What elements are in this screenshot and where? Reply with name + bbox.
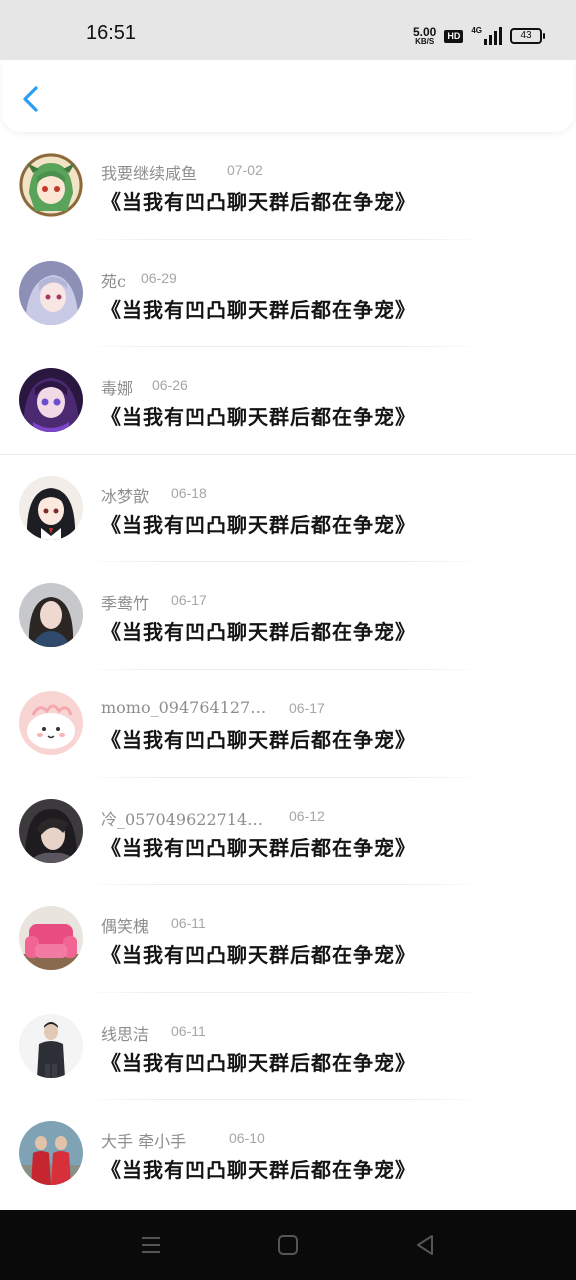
chevron-left-icon [23,86,38,112]
avatar-image [19,1121,83,1186]
avatar-image [19,153,83,217]
nav-back-button[interactable] [410,1230,440,1260]
status-bar: 16:51 5.00 KB/S HD 4G 43 [0,0,576,60]
list-item[interactable]: 大手 牵小手 06-10 《当我有凹凸聊天群后都在争宠》 [0,1100,576,1208]
signal-icon: 4G [471,27,502,45]
avatar[interactable] [19,906,83,971]
item-date: 06-10 [229,1130,265,1147]
item-message: 《当我有凹凸聊天群后都在争宠》 [101,1050,416,1075]
avatar[interactable] [19,690,83,755]
item-date: 06-17 [289,699,325,716]
menu-button[interactable] [136,1230,166,1260]
item-message: 《当我有凹凸聊天群后都在争宠》 [101,190,416,214]
user-name: momo_09476412713… [101,697,271,717]
battery-level: 43 [520,30,532,41]
status-icons: 5.00 KB/S HD 4G 43 [413,24,545,48]
item-date: 06-26 [152,377,188,394]
message-list: 我要继续咸鱼 07-02 《当我有凹凸聊天群后都在争宠》 苑c 06-29 《当我有凹凸… [0,132,576,1208]
signal-label: 4G [471,26,482,35]
list-item[interactable]: momo_09476412713… 06-17 《当我有凹凸聊天群后都在争宠》 [0,670,576,778]
list-item[interactable]: 季鸯竹 06-17 《当我有凹凸聊天群后都在争宠》 [0,562,576,670]
item-message: 《当我有凹凸聊天群后都在争宠》 [101,405,416,430]
network-speed: 5.00 KB/S [413,26,436,46]
item-date: 06-12 [289,807,325,824]
user-name: 大手 牵小手 [101,1132,187,1152]
back-button[interactable] [16,82,46,116]
avatar-image [19,690,83,755]
item-date: 06-11 [171,915,206,932]
avatar[interactable] [19,153,83,217]
item-message: 《当我有凹凸聊天群后都在争宠》 [101,943,416,968]
item-message: 《当我有凹凸聊天群后都在争宠》 [101,620,416,645]
avatar[interactable] [19,798,83,863]
item-date: 06-18 [171,484,207,501]
list-item[interactable]: 我要继续咸鱼 07-02 《当我有凹凸聊天群后都在争宠》 [0,132,576,240]
avatar[interactable] [19,475,83,540]
user-name: 我要继续咸鱼 [101,164,198,183]
avatar[interactable] [19,260,83,325]
user-name: 季鸯竹 [101,594,150,614]
item-date: 06-11 [171,1022,206,1039]
network-speed-unit: KB/S [415,37,435,46]
avatar[interactable] [19,1013,83,1078]
home-button[interactable] [273,1230,303,1260]
list-item[interactable]: 冷_0570496227144… 06-12 《当我有凹凸聊天群后都在争宠》 [0,778,576,886]
list-item[interactable]: 苑c 06-29 《当我有凹凸聊天群后都在争宠》 [0,240,576,348]
avatar-image [19,798,83,863]
item-date: 06-29 [141,269,177,286]
list-item[interactable]: 偶笑槐 06-11 《当我有凹凸聊天群后都在争宠》 [0,885,576,993]
item-date: 07-02 [227,162,263,178]
avatar-image [19,1013,83,1078]
avatar-image [19,583,83,648]
item-message: 《当我有凹凸聊天群后都在争宠》 [101,297,416,322]
avatar-image [19,260,83,325]
back-triangle-icon [417,1235,433,1255]
user-name: 苑c [101,271,126,291]
user-name: 偶笑槐 [101,917,150,937]
screen: 16:51 5.00 KB/S HD 4G 43 我要继续咸鱼 07-02 《当… [0,0,576,1280]
user-name: 线思洁 [101,1024,150,1044]
list-item[interactable]: 冰梦歆 06-18 《当我有凹凸聊天群后都在争宠》 [0,455,576,563]
status-time: 16:51 [86,22,137,44]
avatar[interactable] [19,368,83,433]
hd-badge: HD [444,29,464,43]
item-message: 《当我有凹凸聊天群后都在争宠》 [101,512,416,537]
user-name: 冰梦歆 [101,486,150,506]
header-bar [2,60,574,132]
item-date: 06-17 [171,592,207,609]
home-square-icon [278,1235,298,1255]
avatar[interactable] [19,583,83,648]
item-message: 《当我有凹凸聊天群后都在争宠》 [101,727,416,752]
avatar-image [19,368,83,433]
avatar-image [19,906,83,971]
battery-icon: 43 [510,28,545,44]
system-nav-bar [0,1210,576,1280]
item-message: 《当我有凹凸聊天群后都在争宠》 [101,1158,416,1183]
user-name: 毒娜 [101,379,134,399]
menu-icon [142,1237,160,1253]
item-message: 《当我有凹凸聊天群后都在争宠》 [101,835,416,860]
list-item[interactable]: 线思洁 06-11 《当我有凹凸聊天群后都在争宠》 [0,993,576,1101]
avatar-image [19,475,83,540]
list-item[interactable]: 毒娜 06-26 《当我有凹凸聊天群后都在争宠》 [0,347,576,455]
avatar[interactable] [19,1121,83,1186]
user-name: 冷_0570496227144… [101,809,271,829]
